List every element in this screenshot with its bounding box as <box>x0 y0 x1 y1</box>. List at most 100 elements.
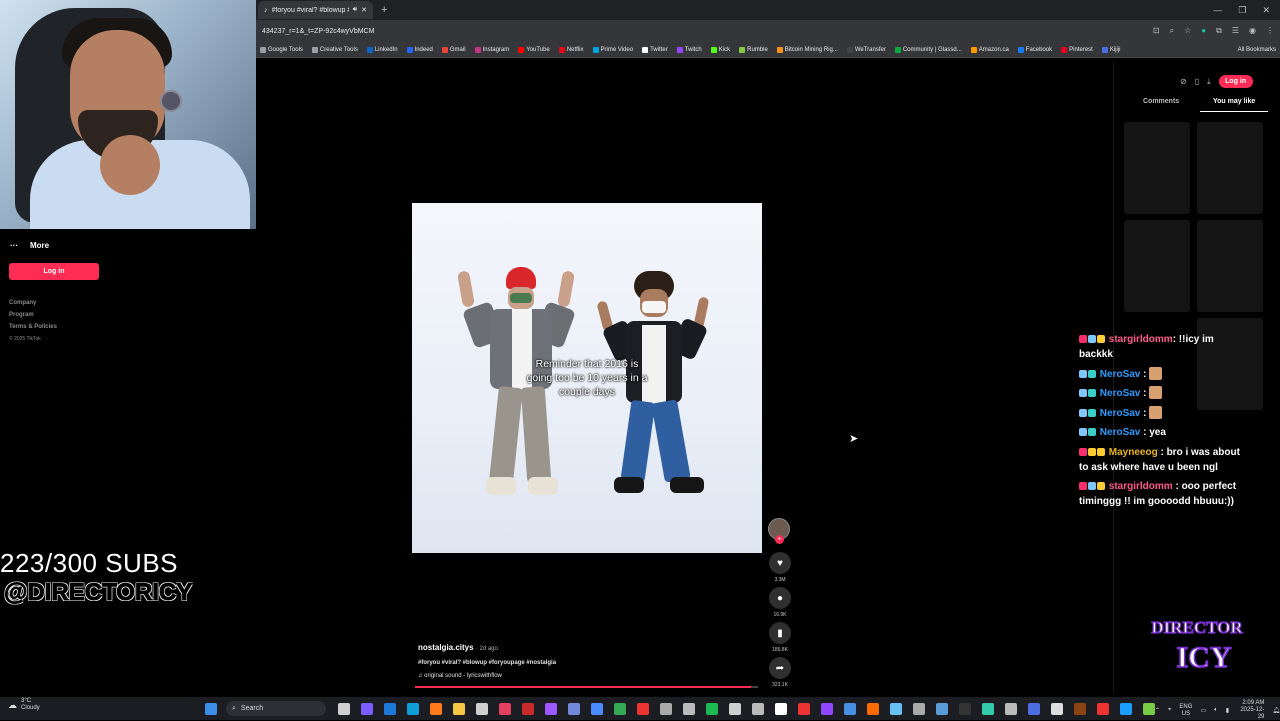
bookmark-item[interactable]: Twitch <box>676 46 702 53</box>
volume-icon[interactable]: 🔈︎ <box>1214 707 1218 714</box>
taskbar-app-icon[interactable] <box>1027 702 1040 715</box>
notification-icon[interactable]: 🔔︎ <box>1272 707 1280 714</box>
clock-time[interactable]: 2:09 AM <box>1237 700 1264 707</box>
url-field[interactable]: 434237_r=1&_t=ZP-92c4wyVbMCM <box>262 28 374 35</box>
taskbar-app-icon[interactable] <box>636 702 649 715</box>
tab-search-icon[interactable]: ☰ <box>1232 26 1239 36</box>
author-name[interactable]: nostalgia.citys <box>418 643 474 652</box>
bookmark-item[interactable]: Rumble <box>739 46 768 53</box>
bookmark-item[interactable]: Google Tools <box>260 46 303 53</box>
network-icon[interactable]: ▭ <box>1200 707 1206 714</box>
taskbar-app-icon[interactable] <box>360 702 373 715</box>
install-app-icon[interactable]: ⊡ <box>1153 26 1160 36</box>
zoom-icon[interactable]: ⌕ <box>1170 26 1174 36</box>
extension-grammarly-icon[interactable]: ● <box>1201 26 1206 36</box>
bookmark-item[interactable]: Amazon.ca <box>970 46 1009 53</box>
bookmark-item[interactable]: Twitter <box>642 46 668 53</box>
new-tab-button[interactable]: + <box>381 4 387 16</box>
taskbar-app-icon[interactable] <box>935 702 948 715</box>
footer-company-link[interactable]: Company <box>9 300 36 306</box>
footer-program-link[interactable]: Program <box>9 312 34 318</box>
close-tab-icon[interactable]: ✕ <box>361 6 367 14</box>
taskbar-app-icon[interactable] <box>1004 702 1017 715</box>
bookmark-item[interactable]: YouTube <box>518 46 550 53</box>
mobile-icon[interactable]: ▯ <box>1195 77 1199 86</box>
taskbar-app-icon[interactable] <box>1142 702 1155 715</box>
taskbar-app-icon[interactable] <box>866 702 879 715</box>
follow-plus-icon[interactable]: + <box>775 535 784 544</box>
taskbar-app-icon[interactable] <box>475 702 488 715</box>
bookmark-item[interactable]: Instagram <box>474 46 509 53</box>
speaker-icon[interactable]: 🔊︎ <box>353 6 357 14</box>
taskbar-app-icon[interactable] <box>406 702 419 715</box>
more-menu-item[interactable]: ··· More <box>10 241 49 250</box>
save-button[interactable]: ▮ <box>769 622 791 644</box>
share-button[interactable]: ➦ <box>769 657 791 679</box>
video-progress-bar[interactable] <box>415 686 758 688</box>
taskbar-app-icon[interactable] <box>337 702 350 715</box>
taskbar-app-icon[interactable] <box>981 702 994 715</box>
login-button-right[interactable]: Log in <box>1218 75 1253 88</box>
taskbar-app-icon[interactable] <box>429 702 442 715</box>
suggested-video-thumb[interactable] <box>1197 220 1263 312</box>
bookmark-item[interactable]: Gmail <box>441 46 466 53</box>
suggested-video-thumb[interactable] <box>1124 122 1190 214</box>
weather-widget[interactable]: ☁ 3°C Cloudy <box>8 698 40 712</box>
battery-icon[interactable]: ▮ <box>1226 707 1229 714</box>
language[interactable]: ENG <box>1179 704 1192 711</box>
taskbar-app-icon[interactable] <box>682 702 695 715</box>
bookmark-item[interactable]: Prime Video <box>592 46 633 53</box>
taskbar-app-icon[interactable] <box>958 702 971 715</box>
bookmark-item[interactable]: WeTransfer <box>846 46 886 53</box>
like-button[interactable]: ♥ <box>769 552 791 574</box>
taskbar-app-icon[interactable] <box>590 702 603 715</box>
bookmark-star-icon[interactable]: ☆ <box>1184 26 1191 36</box>
region[interactable]: US <box>1179 711 1192 718</box>
minimize-button[interactable]: — <box>1213 5 1222 16</box>
login-button[interactable]: Log in <box>9 263 99 280</box>
bookmark-item[interactable]: Bitcoin Mining Rig... <box>776 46 838 53</box>
block-icon[interactable]: ⊘ <box>1180 77 1187 86</box>
suggested-video-thumb[interactable] <box>1197 122 1263 214</box>
taskbar-app-icon[interactable] <box>1073 702 1086 715</box>
video-sound[interactable]: ♫ original sound - lyricswithflow <box>418 673 502 679</box>
taskbar-app-icon[interactable] <box>567 702 580 715</box>
bookmark-item[interactable]: Pinterest <box>1061 46 1093 53</box>
taskbar-app-icon[interactable] <box>1119 702 1132 715</box>
taskbar-app-icon[interactable] <box>843 702 856 715</box>
extensions-icon[interactable]: ⧉ <box>1216 26 1222 36</box>
video-hashtags[interactable]: #foryou #viral? #blowup #foryoupage #nos… <box>418 660 556 666</box>
taskbar-app-icon[interactable] <box>912 702 925 715</box>
download-icon[interactable]: ⤓ <box>1207 77 1211 87</box>
windows-start-icon[interactable] <box>205 702 217 715</box>
taskbar-app-icon[interactable] <box>820 702 833 715</box>
restore-button[interactable]: ❐ <box>1238 5 1246 16</box>
taskbar-search[interactable]: ⌕ Search <box>226 701 326 716</box>
profile-avatar[interactable]: ◉ <box>1249 26 1256 36</box>
taskbar-app-icon[interactable] <box>728 702 741 715</box>
bookmark-item[interactable]: Kijiji <box>1101 46 1121 53</box>
taskbar-app-icon[interactable] <box>1050 702 1063 715</box>
taskbar-app-icon[interactable] <box>1096 702 1109 715</box>
taskbar-app-icon[interactable] <box>521 702 534 715</box>
tab-you-may-like[interactable]: You may like <box>1213 98 1255 105</box>
bookmark-item[interactable]: Netflix <box>558 46 584 53</box>
close-window-button[interactable]: ✕ <box>1262 5 1270 16</box>
taskbar-app-icon[interactable] <box>751 702 764 715</box>
taskbar-app-icon[interactable] <box>705 702 718 715</box>
suggested-video-thumb[interactable] <box>1124 220 1190 312</box>
taskbar-app-icon[interactable] <box>544 702 557 715</box>
bookmark-item[interactable]: LinkedIn <box>366 46 398 53</box>
taskbar-app-icon[interactable] <box>659 702 672 715</box>
taskbar-app-icon[interactable] <box>383 702 396 715</box>
bookmark-item[interactable]: Indeed <box>406 46 433 53</box>
taskbar-app-icon[interactable] <box>613 702 626 715</box>
footer-terms-link[interactable]: Terms & Policies <box>9 324 57 330</box>
menu-icon[interactable]: ⋮ <box>1266 26 1274 36</box>
tray-overflow-icon[interactable]: ⌃ <box>1155 707 1160 714</box>
comment-button[interactable]: ● <box>769 587 791 609</box>
bookmark-item[interactable]: Creative Tools <box>311 46 358 53</box>
all-bookmarks-button[interactable]: All Bookmarks <box>1238 47 1276 53</box>
tab-comments[interactable]: Comments <box>1143 98 1179 105</box>
bookmark-item[interactable]: Community | Glassd... <box>894 46 962 53</box>
